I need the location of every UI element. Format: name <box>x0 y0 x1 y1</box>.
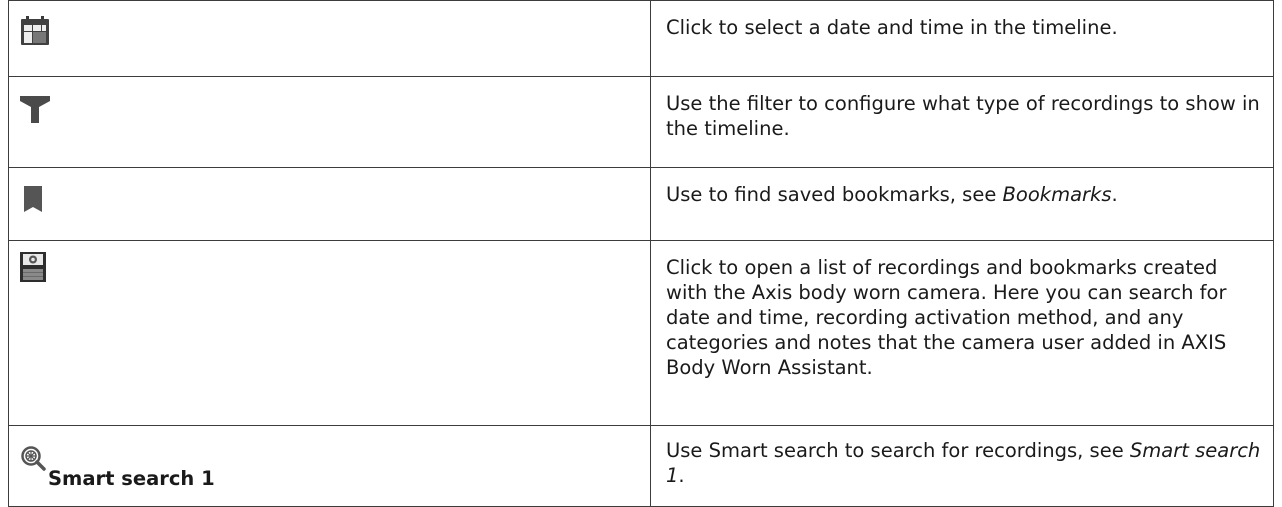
smart-search-label-group: Smart search 1 <box>20 445 215 490</box>
table-row: Click to select a date and time in the t… <box>8 0 1274 77</box>
calendar-icon <box>19 15 51 47</box>
bookmark-icon <box>23 185 55 217</box>
bookmarks-link[interactable]: Bookmarks <box>1003 183 1112 206</box>
description-text: Click to select a date and time in the t… <box>666 16 1118 39</box>
description-cell: Click to open a list of recordings and b… <box>650 240 1274 426</box>
description-suffix: . <box>1111 183 1118 206</box>
feature-table: Click to select a date and time in the t… <box>8 0 1274 507</box>
description-suffix: . <box>678 464 685 487</box>
table-row: Use the filter to configure what type of… <box>8 76 1274 168</box>
icon-cell <box>8 167 651 241</box>
description-cell: Use the filter to configure what type of… <box>650 76 1274 168</box>
description-cell: Use to find saved bookmarks, see Bookmar… <box>650 167 1274 241</box>
description-prefix: Use to find saved bookmarks, see <box>666 183 1003 206</box>
icon-cell: Smart search 1 <box>8 425 651 507</box>
table-row: Smart search 1 Use Smart search to searc… <box>8 425 1274 507</box>
description-text: Click to open a list of recordings and b… <box>666 256 1227 379</box>
smart-search-icon <box>20 445 46 471</box>
icon-cell <box>8 76 651 168</box>
icon-cell <box>8 240 651 426</box>
description-cell: Click to select a date and time in the t… <box>650 0 1274 77</box>
icon-cell <box>8 0 651 77</box>
description-cell: Use Smart search to search for recording… <box>650 425 1274 507</box>
body-worn-recordings-icon <box>19 251 51 283</box>
table-row: Use to find saved bookmarks, see Bookmar… <box>8 167 1274 241</box>
filter-icon <box>19 94 51 126</box>
smart-search-label: Smart search 1 <box>48 467 215 490</box>
description-prefix: Use Smart search to search for recording… <box>666 439 1130 462</box>
table-row: Click to open a list of recordings and b… <box>8 240 1274 426</box>
description-text: Use the filter to configure what type of… <box>666 92 1260 140</box>
